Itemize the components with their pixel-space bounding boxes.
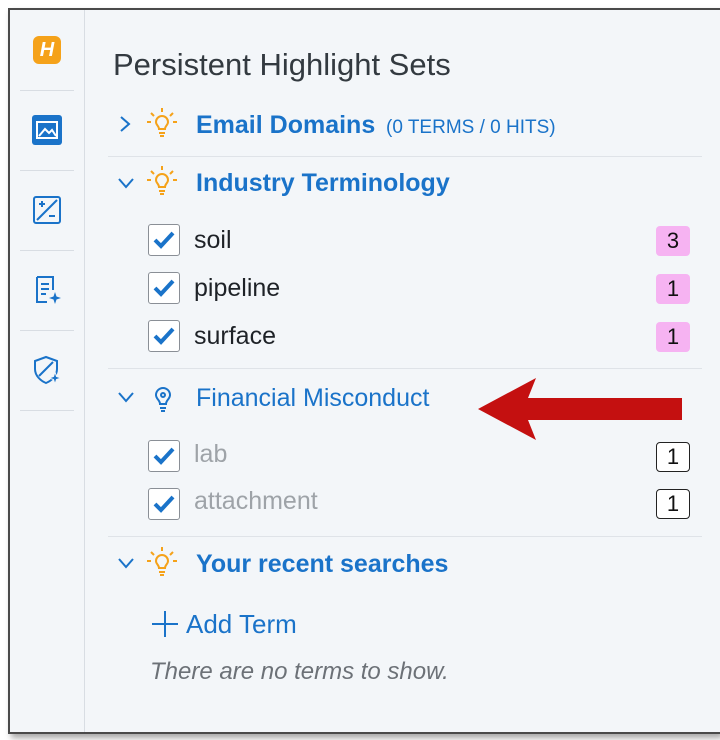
term-checkbox[interactable] [148,224,180,256]
set-term-hit-count: (0 TERMS / 0 HITS) [386,117,556,138]
set-name[interactable]: Your recent searches [196,550,448,579]
add-term-label: Add Term [186,608,297,639]
term-label: attachment [194,487,318,515]
checkmark-icon [153,447,175,465]
term-label: soil [194,226,232,254]
term-label: surface [194,322,276,350]
lightbulb-icon [146,107,178,144]
chevron-down-icon[interactable] [116,556,136,575]
chevron-down-icon[interactable] [116,390,136,409]
chevron-right-icon[interactable] [118,114,132,139]
hit-count-badge: 1 [656,489,690,519]
lightbulb-icon [146,546,178,583]
chevron-down-icon[interactable] [116,176,136,195]
rail-highlight-button[interactable]: H [20,10,74,91]
set-name[interactable]: Email Domains [196,111,375,140]
set-name[interactable]: Financial Misconduct [196,384,429,413]
rail-shield-button[interactable] [20,330,74,411]
term-checkbox[interactable] [148,320,180,352]
highlight-logo-icon: H [33,36,61,64]
set-name[interactable]: Industry Terminology [196,169,450,198]
image-edit-icon [31,194,63,226]
term-checkbox[interactable] [148,440,180,472]
checkmark-icon [153,327,175,345]
checkmark-icon [153,279,175,297]
empty-terms-message: There are no terms to show. [150,658,449,685]
term-label: pipeline [194,274,281,302]
highlight-panel-window: H Persistent Highlight Sets Email Domain… [8,8,720,734]
hit-count-badge: 1 [656,274,690,304]
rail-image-edit-button[interactable] [20,170,74,251]
divider [108,368,702,369]
lightbulb-icon [146,165,178,202]
rail-image-button[interactable] [20,90,74,171]
annotation-arrow-icon [478,378,682,440]
side-rail: H [10,10,85,732]
shield-sparkle-icon [31,354,63,386]
term-checkbox[interactable] [148,488,180,520]
plus-icon [152,611,178,637]
divider [108,156,702,157]
document-sparkle-icon [31,274,63,306]
hit-count-badge: 3 [656,226,690,256]
hit-count-badge: 1 [656,442,690,472]
checkmark-icon [153,231,175,249]
term-label: lab [194,440,228,468]
lightbulb-off-icon [150,384,176,417]
divider [108,536,702,537]
add-term-button[interactable]: Add Term [150,604,297,644]
checkmark-icon [153,495,175,513]
hit-count-badge: 1 [656,322,690,352]
image-icon [32,115,62,145]
rail-document-button[interactable] [20,250,74,331]
term-checkbox[interactable] [148,272,180,304]
panel-title: Persistent Highlight Sets [113,47,451,82]
